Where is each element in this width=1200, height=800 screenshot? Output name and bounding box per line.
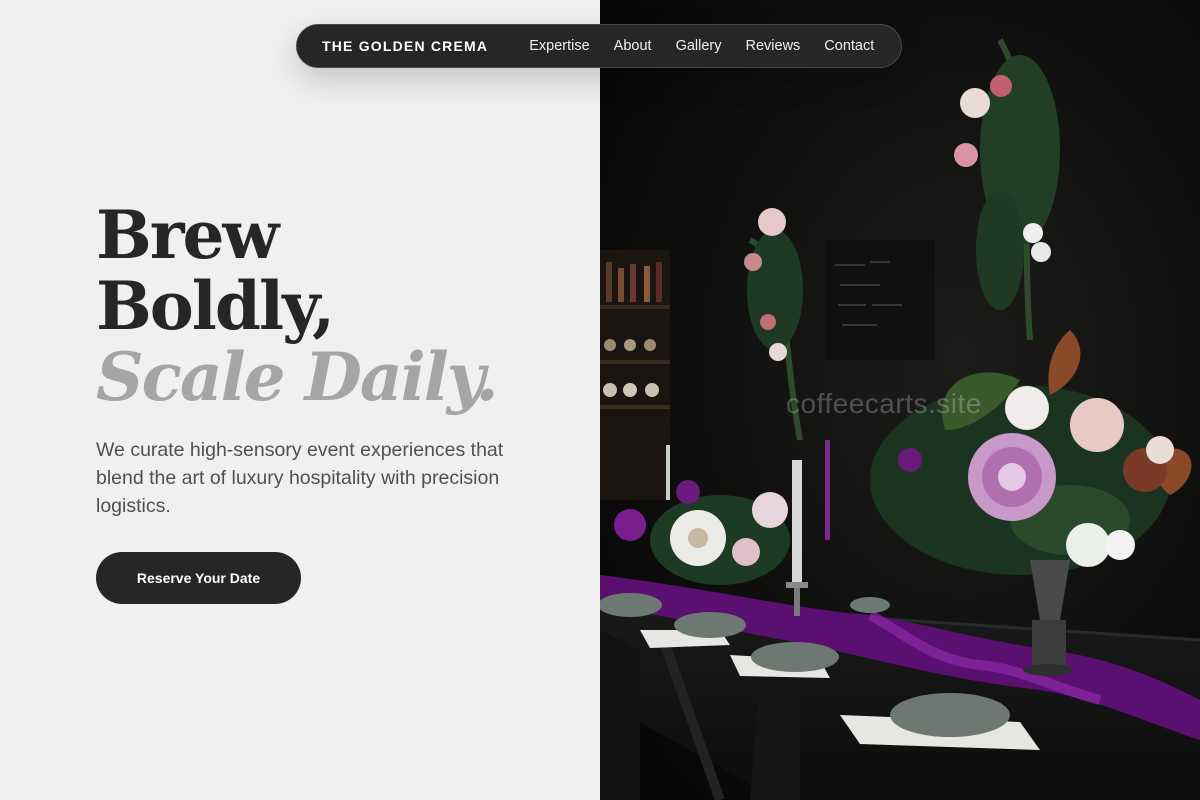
nav-link-about[interactable]: About bbox=[614, 38, 652, 54]
brand-logo[interactable]: THE GOLDEN CREMA bbox=[322, 38, 488, 54]
headline-line-boldly: Boldly, bbox=[96, 267, 335, 345]
chalkboard bbox=[825, 240, 935, 360]
hero-headline: Brew Boldly, Scale Daily. bbox=[96, 196, 499, 416]
bar-shelves bbox=[600, 250, 670, 500]
hero-subtext: We curate high-sensory event experiences… bbox=[96, 439, 504, 517]
watermark-text: coffeecarts.site bbox=[786, 388, 982, 419]
nav-links: Expertise About Gallery Reviews Contact bbox=[529, 38, 898, 54]
nav-link-reviews[interactable]: Reviews bbox=[746, 38, 801, 54]
headline-line-scale-daily: Scale Daily. bbox=[96, 338, 499, 416]
reserve-date-button[interactable]: Reserve Your Date bbox=[96, 552, 301, 604]
nav-link-expertise[interactable]: Expertise bbox=[529, 38, 589, 54]
nav-link-contact[interactable]: Contact bbox=[824, 38, 874, 54]
nav-link-gallery[interactable]: Gallery bbox=[676, 38, 722, 54]
top-navigation: THE GOLDEN CREMA Expertise About Gallery… bbox=[296, 24, 902, 68]
headline-line-brew: Brew bbox=[96, 196, 279, 274]
